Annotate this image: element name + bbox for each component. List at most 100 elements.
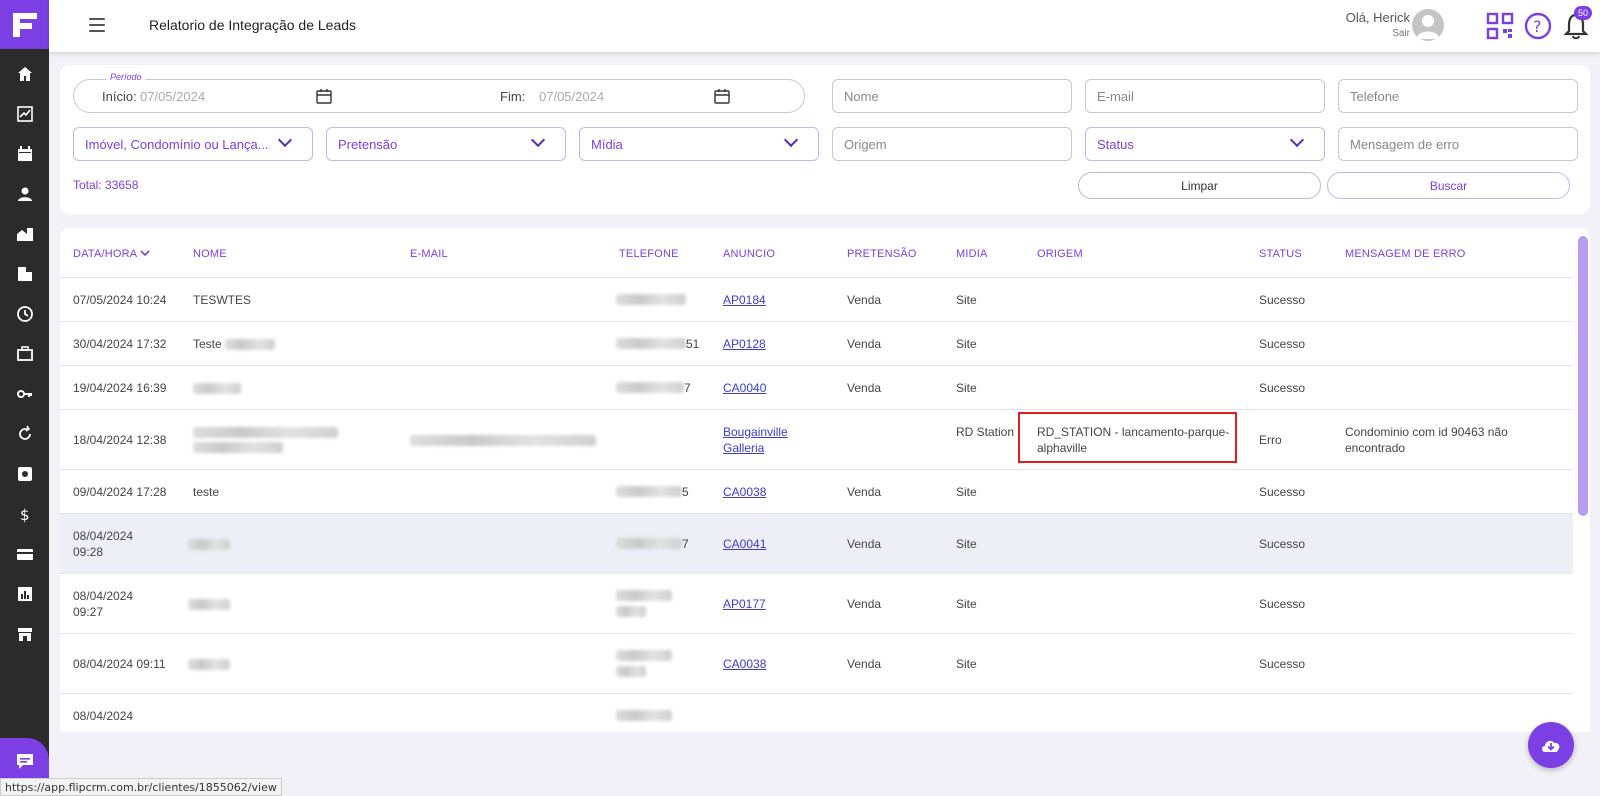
table-scrollbar[interactable]	[1578, 236, 1588, 516]
credit-card-icon[interactable]	[0, 534, 49, 574]
name-input[interactable]: Nome	[832, 79, 1072, 113]
qr-code-icon[interactable]	[1486, 12, 1514, 45]
date-cell: 08/04/2024 09:11	[73, 657, 166, 671]
calendar-icon[interactable]	[714, 88, 730, 104]
status-select-label: Status	[1097, 136, 1134, 152]
settings-box-icon[interactable]	[0, 454, 49, 494]
email-input[interactable]: E-mail	[1085, 79, 1325, 113]
ad-cell[interactable]: AP0184	[723, 292, 766, 308]
ad-cell[interactable]: AP0177	[723, 596, 766, 612]
column-header-name[interactable]: NOME	[193, 248, 227, 260]
table-row[interactable]: 07/05/2024 10:24 TESWTES AP0184 Venda Si…	[60, 277, 1573, 321]
pretension-cell: Venda	[847, 337, 882, 351]
date-cell: 30/04/2024 17:32	[73, 337, 167, 351]
ad-link[interactable]: AP0177	[723, 597, 766, 611]
name-redacted	[225, 339, 275, 350]
end-date-input[interactable]: 07/05/2024	[539, 89, 604, 104]
property-select[interactable]: Imóvel, Condomínio ou Lança...	[73, 127, 313, 161]
ad-cell[interactable]: CA0038	[723, 484, 766, 500]
svg-text:?: ?	[1533, 17, 1542, 36]
media-cell: Site	[956, 657, 977, 671]
store-icon[interactable]	[0, 614, 49, 654]
page-title: Relatorio de Integração de Leads	[149, 17, 357, 33]
app-logo[interactable]	[0, 0, 49, 49]
media-cell: Site	[956, 485, 977, 499]
ad-link[interactable]: CA0041	[723, 537, 766, 551]
logout-link[interactable]: Sair	[1346, 28, 1410, 39]
calendar-icon[interactable]	[316, 88, 332, 104]
table-row[interactable]: 08/04/2024	[60, 693, 1573, 732]
ad-cell[interactable]: CA0038	[723, 656, 766, 672]
table-row[interactable]: 19/04/2024 16:39 7 CA0040 Venda Site Suc…	[60, 365, 1573, 409]
pretension-cell: Venda	[847, 485, 882, 499]
column-header-phone[interactable]: TELEFONE	[619, 248, 679, 260]
origin-input[interactable]: Origem	[832, 127, 1072, 161]
column-header-origin[interactable]: ORIGEM	[1037, 248, 1083, 260]
hamburger-menu-icon[interactable]	[89, 18, 105, 32]
origin-highlight-box	[1018, 412, 1237, 463]
calendar-icon[interactable]	[0, 134, 49, 174]
user-icon[interactable]	[0, 174, 49, 214]
key-icon[interactable]	[0, 374, 49, 414]
ad-cell[interactable]: CA0041	[723, 536, 766, 552]
ad-cell[interactable]: CA0040	[723, 380, 766, 396]
date-cell: 08/04/2024 09:28	[73, 529, 134, 559]
media-cell: Site	[956, 597, 977, 611]
phone-redacted	[616, 590, 672, 601]
column-header-error[interactable]: MENSAGEM DE ERRO	[1345, 248, 1466, 260]
house-building-icon[interactable]	[0, 214, 49, 254]
ad-link[interactable]: CA0040	[723, 381, 766, 395]
ad-link[interactable]: CA0038	[723, 657, 766, 671]
date-cell: 07/05/2024 10:24	[73, 293, 167, 307]
refresh-icon[interactable]	[0, 414, 49, 454]
status-cell: Sucesso	[1259, 485, 1306, 499]
table-row[interactable]: 09/04/2024 17:28 teste 5 CA0038 Venda Si…	[60, 469, 1573, 513]
avatar[interactable]	[1412, 9, 1444, 41]
browser-status-url: https://app.flipcrm.com.br/clientes/1855…	[0, 778, 282, 796]
search-button[interactable]: Buscar	[1327, 172, 1570, 199]
table-row[interactable]: 08/04/2024 09:11 CA0038 Venda Site Suces…	[60, 633, 1573, 693]
error-message-input[interactable]: Mensagem de erro	[1338, 127, 1578, 161]
status-cell: Sucesso	[1259, 381, 1306, 395]
clock-icon[interactable]	[0, 294, 49, 334]
period-range-field[interactable]: Período Início: 07/05/2024 Fim: 07/05/20…	[73, 72, 805, 113]
briefcase-icon[interactable]	[0, 334, 49, 374]
dollar-icon[interactable]: $	[0, 494, 49, 534]
column-header-media[interactable]: MIDIA	[956, 248, 988, 260]
start-date-input[interactable]: 07/05/2024	[140, 89, 205, 104]
ad-link[interactable]: Bougainville Galleria	[723, 425, 788, 455]
phone-input[interactable]: Telefone	[1338, 79, 1578, 113]
ad-link[interactable]: AP0128	[723, 337, 766, 351]
ad-link[interactable]: CA0038	[723, 485, 766, 499]
name-redacted	[193, 383, 241, 394]
pretension-cell: Venda	[847, 597, 882, 611]
help-icon[interactable]: ?	[1524, 12, 1552, 45]
status-select[interactable]: Status	[1085, 127, 1325, 161]
home-icon[interactable]	[0, 54, 49, 94]
media-select[interactable]: Mídia	[579, 127, 819, 161]
notification-badge: 50	[1573, 6, 1592, 20]
chevron-down-icon	[277, 132, 293, 148]
ad-cell[interactable]: AP0128	[723, 336, 766, 352]
column-header-date[interactable]: DATA/HORA	[73, 248, 150, 260]
table-row[interactable]: 08/04/2024 09:27 AP0177 Venda Site Suces…	[60, 573, 1573, 633]
download-button[interactable]	[1528, 722, 1574, 768]
column-header-status[interactable]: STATUS	[1259, 248, 1302, 260]
column-header-pretension[interactable]: PRETENSÃO	[847, 248, 917, 260]
column-header-ad[interactable]: ANUNCIO	[723, 248, 775, 260]
column-header-email[interactable]: E-MAIL	[410, 248, 448, 260]
table-row[interactable]: 18/04/2024 12:38 Bougainville Galleria R…	[60, 409, 1573, 469]
pretension-select[interactable]: Pretensão	[326, 127, 566, 161]
chart-line-icon[interactable]	[0, 94, 49, 134]
top-bar: Relatorio de Integração de Leads Olá, He…	[49, 0, 1600, 52]
clear-button[interactable]: Limpar	[1078, 172, 1321, 199]
phone-redacted	[616, 666, 646, 677]
date-cell: 19/04/2024 16:39	[73, 381, 167, 395]
buildings-icon[interactable]	[0, 254, 49, 294]
table-row[interactable]: 30/04/2024 17:32 Teste 51 AP0128 Venda S…	[60, 321, 1573, 365]
bar-chart-icon[interactable]	[0, 574, 49, 614]
media-cell: RD Station	[956, 425, 1015, 439]
table-row[interactable]: 08/04/2024 09:28 7 CA0041 Venda Site Suc…	[60, 513, 1573, 573]
ad-cell[interactable]: Bougainville Galleria	[723, 424, 823, 456]
ad-link[interactable]: AP0184	[723, 293, 766, 307]
